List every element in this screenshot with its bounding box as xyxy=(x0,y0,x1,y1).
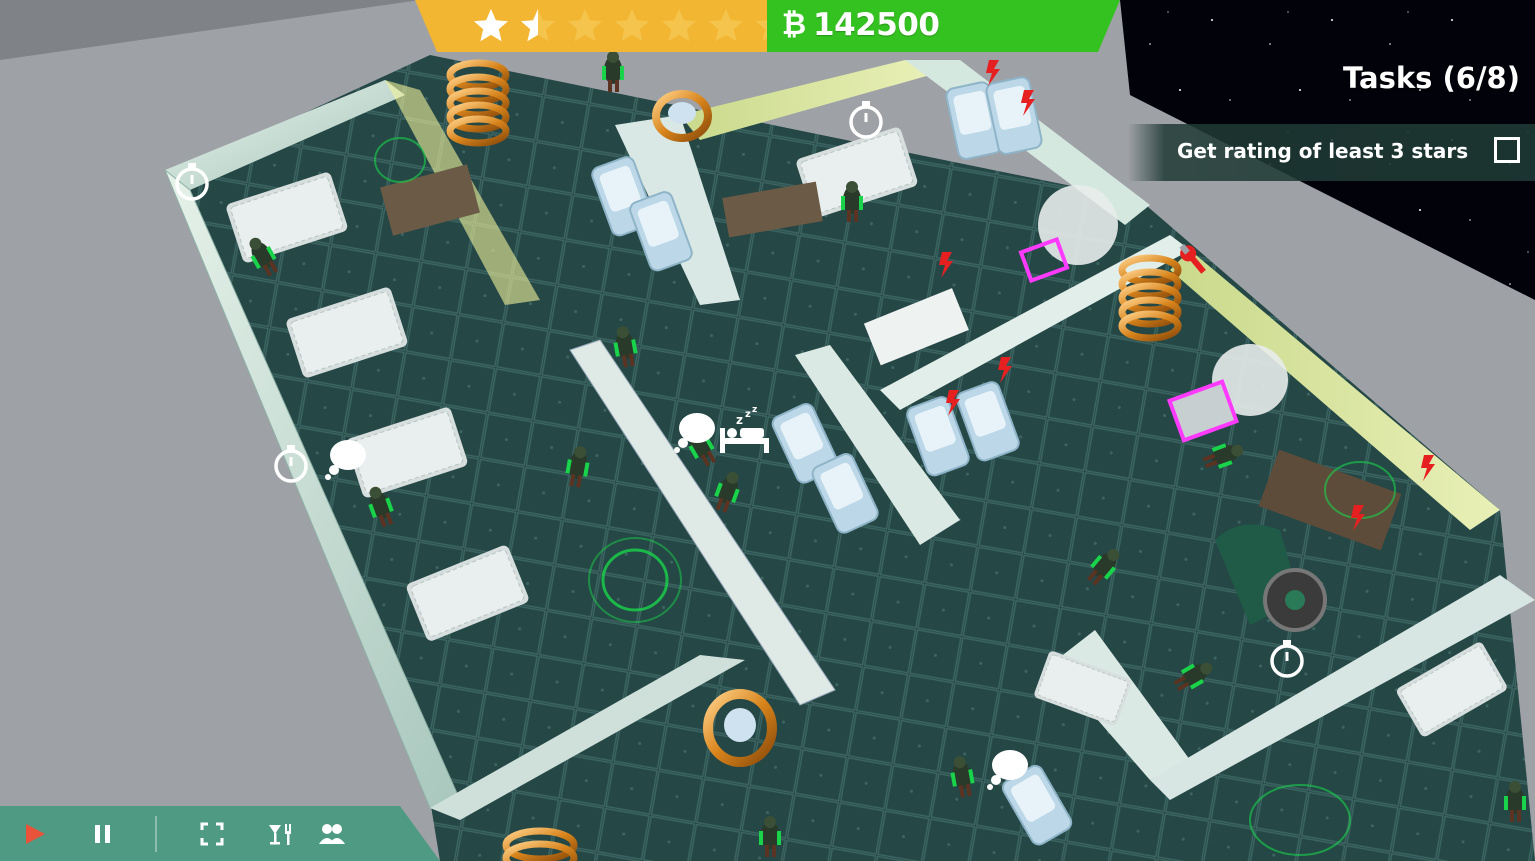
money-display: ₿ 142500 xyxy=(767,0,1120,52)
pause-icon xyxy=(95,825,110,843)
people-button[interactable] xyxy=(317,819,347,849)
rating-star xyxy=(659,6,699,46)
task-label: Get rating of least 3 stars xyxy=(1177,139,1469,163)
play-icon xyxy=(26,824,45,844)
task-checkbox[interactable] xyxy=(1494,137,1520,163)
divider xyxy=(155,816,157,852)
food-drink-button[interactable] xyxy=(265,819,295,849)
control-bar xyxy=(0,806,440,861)
top-hud: ₿ 142500 xyxy=(415,0,1120,52)
rating-star xyxy=(706,6,746,46)
food-drink-icon xyxy=(269,824,291,845)
play-button[interactable] xyxy=(20,819,50,849)
bitcoin-icon: ₿ xyxy=(781,7,807,42)
rating-star xyxy=(565,6,605,46)
capsule[interactable] xyxy=(1038,185,1118,265)
rating-bar xyxy=(415,0,767,52)
svg-text:z: z xyxy=(745,409,751,420)
tasks-title[interactable]: Tasks (6/8) xyxy=(1343,58,1520,98)
money-amount: 142500 xyxy=(813,7,940,43)
fullscreen-icon xyxy=(200,822,224,846)
rating-star xyxy=(471,6,511,46)
svg-text:z: z xyxy=(736,413,743,427)
task-item[interactable]: Get rating of least 3 stars xyxy=(1128,124,1535,181)
rating-stars xyxy=(471,6,767,46)
pause-button[interactable] xyxy=(88,819,118,849)
rating-star xyxy=(612,6,652,46)
people-icon xyxy=(319,824,345,844)
svg-text:z: z xyxy=(752,405,757,415)
fullscreen-button[interactable] xyxy=(197,819,227,849)
rating-star xyxy=(518,6,558,46)
